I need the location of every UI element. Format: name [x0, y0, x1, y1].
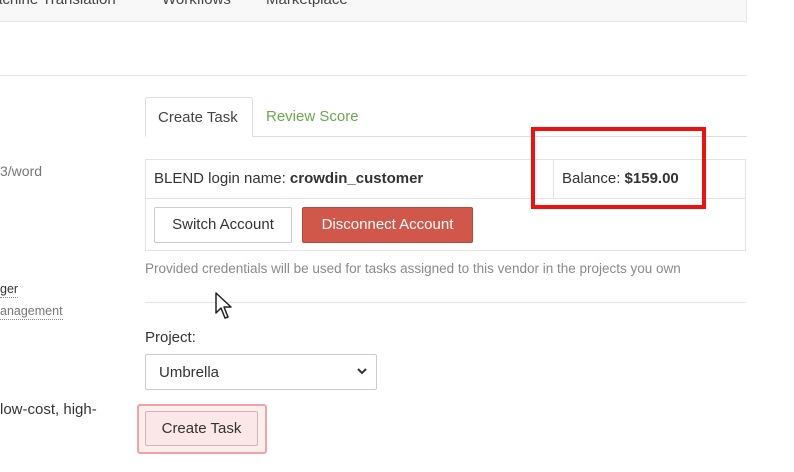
balance-highlight-box [531, 127, 706, 209]
switch-account-button[interactable]: Switch Account [154, 207, 292, 243]
price-per-word: 3/word [0, 163, 43, 179]
project-select-value: Umbrella [159, 364, 220, 381]
top-navigation: achine Translation Workflows Marketplace [0, 0, 747, 22]
tab-create-task[interactable]: Create Task [145, 97, 253, 137]
login-info: BLEND login name: crowdin_customer [154, 170, 423, 187]
project-label: Project: [145, 329, 196, 346]
nav-item-workflows[interactable]: Workflows [162, 0, 231, 8]
chevron-updown-icon [357, 368, 367, 375]
tab-review-score[interactable]: Review Score [254, 97, 371, 137]
login-label: BLEND login name: [154, 170, 286, 187]
create-task-button[interactable]: Create Task [145, 411, 258, 446]
credentials-help-text: Provided credentials will be used for ta… [145, 261, 681, 276]
manager-link[interactable]: ger [0, 282, 19, 298]
disconnect-account-button[interactable]: Disconnect Account [302, 207, 473, 243]
project-select[interactable]: Umbrella [145, 354, 377, 390]
nav-item-marketplace[interactable]: Marketplace [266, 0, 348, 8]
section-divider [0, 75, 746, 76]
login-value: crowdin_customer [289, 170, 424, 187]
nav-item-machine-translation[interactable]: achine Translation [0, 0, 116, 8]
mouse-pointer-icon [215, 292, 232, 319]
vendor-description: low-cost, high- [0, 401, 97, 418]
management-link[interactable]: anagement [0, 304, 63, 320]
